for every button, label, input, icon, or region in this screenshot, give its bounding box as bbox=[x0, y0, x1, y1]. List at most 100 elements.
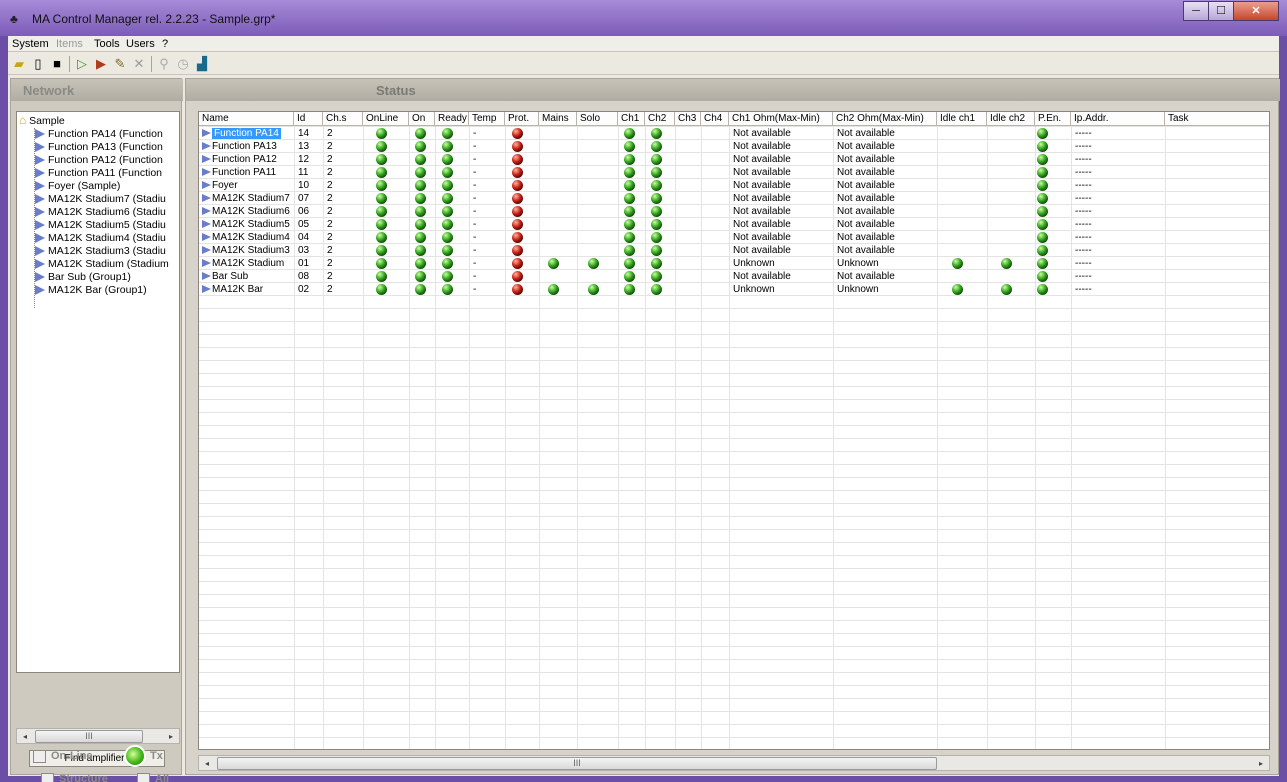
column-header-mains[interactable]: Mains bbox=[539, 112, 577, 126]
tree-item[interactable]: Function PA12 (Function bbox=[35, 154, 163, 167]
online-checkbox[interactable] bbox=[33, 750, 46, 763]
maximize-button[interactable]: ☐ bbox=[1208, 1, 1234, 21]
table-row[interactable]: MA12K Stadium7 07 2 - Not available Not avail… bbox=[199, 192, 1269, 205]
graph-icon[interactable]: ▟ bbox=[194, 56, 210, 72]
row-name-cell[interactable]: MA12K Stadium6 bbox=[202, 205, 290, 218]
scroll-thumb[interactable]: III bbox=[35, 730, 143, 743]
menu-tools[interactable]: Tools bbox=[94, 38, 120, 50]
column-header-temp[interactable]: Temp bbox=[469, 112, 505, 126]
column-header-on[interactable]: On bbox=[409, 112, 435, 126]
open-folder-icon[interactable]: ▰ bbox=[11, 56, 27, 72]
menu-items[interactable]: Items bbox=[56, 38, 83, 50]
ch2-led-icon bbox=[651, 245, 662, 256]
solo-led-icon bbox=[588, 284, 599, 295]
save-icon[interactable]: ■ bbox=[49, 56, 65, 72]
table-row[interactable]: MA12K Bar 02 2 - Unknown Unknown ----- bbox=[199, 283, 1269, 296]
scroll-right-icon[interactable]: ▸ bbox=[163, 729, 179, 744]
table-row[interactable]: Function PA12 12 2 - Not available Not availa… bbox=[199, 153, 1269, 166]
column-header-power-enable[interactable]: P.En. bbox=[1035, 112, 1071, 126]
column-header-online[interactable]: OnLine bbox=[363, 112, 409, 126]
menu-users[interactable]: Users bbox=[126, 38, 155, 50]
menu-system[interactable]: System bbox=[12, 38, 49, 50]
all-checkbox[interactable] bbox=[137, 773, 150, 782]
network-tree[interactable]: ⌂ Sample Function PA14 (Function Functio… bbox=[16, 111, 180, 673]
column-header-protect[interactable]: Prot. bbox=[505, 112, 539, 126]
key-icon[interactable]: ⚲ bbox=[156, 56, 172, 72]
row-name-cell[interactable]: MA12K Bar bbox=[202, 283, 263, 296]
table-row[interactable]: MA12K Stadium5 05 2 - Not available Not avail… bbox=[199, 218, 1269, 231]
tree-item[interactable]: MA12K Stadium (Stadium bbox=[35, 258, 169, 271]
column-header-ready[interactable]: Ready bbox=[435, 112, 469, 126]
new-file-icon[interactable]: ▯ bbox=[30, 56, 46, 72]
table-row[interactable]: MA12K Stadium3 03 2 - Not available Not avail… bbox=[199, 244, 1269, 257]
tree-item-label: Function PA13 (Function bbox=[48, 141, 163, 153]
column-header-ch2-ohm[interactable]: Ch2 Ohm(Max-Min) bbox=[833, 112, 937, 126]
row-name-cell[interactable]: MA12K Stadium5 bbox=[202, 218, 290, 231]
row-name-cell[interactable]: Function PA13 bbox=[202, 140, 277, 153]
table-row[interactable]: MA12K Stadium4 04 2 - Not available Not avail… bbox=[199, 231, 1269, 244]
tree-root[interactable]: ⌂ Sample bbox=[19, 114, 65, 128]
column-header-task[interactable]: Task bbox=[1165, 112, 1269, 126]
amplifier-icon bbox=[202, 155, 211, 164]
structure-checkbox[interactable] bbox=[41, 773, 54, 782]
row-name-cell[interactable]: Function PA14 bbox=[202, 127, 281, 140]
column-header-ch4[interactable]: Ch4 bbox=[701, 112, 729, 126]
wrench-icon[interactable]: ✎ bbox=[112, 56, 128, 72]
table-row[interactable]: MA12K Stadium6 06 2 - Not available Not avail… bbox=[199, 205, 1269, 218]
clock-icon[interactable]: ◷ bbox=[175, 56, 191, 72]
row-name-cell[interactable]: Foyer bbox=[202, 179, 238, 192]
column-header-channels[interactable]: Ch.s bbox=[323, 112, 363, 126]
row-channels: 2 bbox=[327, 284, 333, 295]
tree-item[interactable]: MA12K Stadium4 (Stadiu bbox=[35, 232, 166, 245]
column-header-id[interactable]: Id bbox=[294, 112, 323, 126]
table-row[interactable]: Function PA14 14 2 - Not available Not availa… bbox=[199, 127, 1269, 140]
table-row[interactable]: Function PA11 11 2 - Not available Not availa… bbox=[199, 166, 1269, 179]
tree-item[interactable]: Function PA13 (Function bbox=[35, 141, 163, 154]
tree-item[interactable]: MA12K Stadium6 (Stadiu bbox=[35, 206, 166, 219]
tree-item[interactable]: Function PA14 (Function bbox=[35, 128, 163, 141]
delete-icon[interactable]: ✕ bbox=[131, 56, 147, 72]
table-horizontal-scrollbar[interactable]: ◂ III ▸ bbox=[198, 755, 1270, 771]
column-header-idle-ch1[interactable]: Idle ch1 bbox=[937, 112, 987, 126]
tree-item[interactable]: MA12K Stadium5 (Stadiu bbox=[35, 219, 166, 232]
play-icon[interactable]: ▷ bbox=[74, 56, 90, 72]
row-name-cell[interactable]: Function PA12 bbox=[202, 153, 277, 166]
column-header-idle-ch2[interactable]: Idle ch2 bbox=[987, 112, 1035, 126]
column-header-ch1-ohm[interactable]: Ch1 Ohm(Max-Min) bbox=[729, 112, 833, 126]
scroll-thumb[interactable]: III bbox=[217, 757, 937, 770]
row-name-cell[interactable]: MA12K Stadium4 bbox=[202, 231, 290, 244]
column-header-ip-address[interactable]: Ip.Addr. bbox=[1071, 112, 1165, 126]
row-id: 14 bbox=[298, 128, 310, 139]
close-button[interactable]: ✕ bbox=[1233, 1, 1279, 21]
ready-led-icon bbox=[442, 167, 453, 178]
tree-item[interactable]: MA12K Bar (Group1) bbox=[35, 284, 147, 297]
row-name-cell[interactable]: MA12K Stadium bbox=[202, 257, 284, 270]
column-header-ch1[interactable]: Ch1 bbox=[618, 112, 645, 126]
tree-item[interactable]: Foyer (Sample) bbox=[35, 180, 120, 193]
amplifier-icon[interactable]: ▶ bbox=[93, 56, 109, 72]
status-table[interactable]: Name Id Ch.s OnLine On Ready Temp Prot. Mains Sol… bbox=[198, 111, 1270, 750]
protect-led-icon bbox=[512, 154, 523, 165]
minimize-button[interactable]: ─ bbox=[1183, 1, 1209, 21]
tree-item[interactable]: MA12K Stadium7 (Stadiu bbox=[35, 193, 166, 206]
scroll-right-icon[interactable]: ▸ bbox=[1253, 756, 1269, 771]
tree-horizontal-scrollbar[interactable]: ◂ III ▸ bbox=[16, 728, 180, 744]
tree-item[interactable]: MA12K Stadium3 (Stadiu bbox=[35, 245, 166, 258]
scroll-left-icon[interactable]: ◂ bbox=[199, 756, 215, 771]
table-row[interactable]: Bar Sub 08 2 - Not available Not available ---… bbox=[199, 270, 1269, 283]
scroll-left-icon[interactable]: ◂ bbox=[17, 729, 33, 744]
table-row[interactable]: Function PA13 13 2 - Not available Not availa… bbox=[199, 140, 1269, 153]
menu-help[interactable]: ? bbox=[162, 38, 168, 50]
row-name-cell[interactable]: Bar Sub bbox=[202, 270, 248, 283]
tree-item[interactable]: Bar Sub (Group1) bbox=[35, 271, 131, 284]
column-header-solo[interactable]: Solo bbox=[577, 112, 618, 126]
row-name-cell[interactable]: Function PA11 bbox=[202, 166, 276, 179]
table-row[interactable]: MA12K Stadium 01 2 - Unknown Unknown ----- bbox=[199, 257, 1269, 270]
column-header-name[interactable]: Name bbox=[199, 112, 294, 126]
column-header-ch3[interactable]: Ch3 bbox=[675, 112, 701, 126]
row-name-cell[interactable]: MA12K Stadium3 bbox=[202, 244, 290, 257]
tree-item[interactable]: Function PA11 (Function bbox=[35, 167, 162, 180]
column-header-ch2[interactable]: Ch2 bbox=[645, 112, 675, 126]
row-name-cell[interactable]: MA12K Stadium7 bbox=[202, 192, 290, 205]
table-row[interactable]: Foyer 10 2 - Not available Not available ----- bbox=[199, 179, 1269, 192]
